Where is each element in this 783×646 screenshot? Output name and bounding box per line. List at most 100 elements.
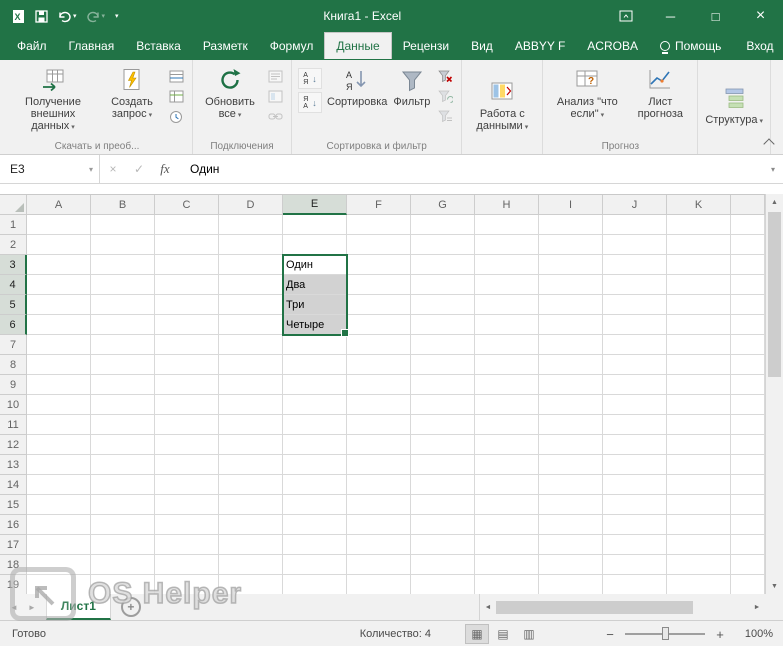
row-header-12[interactable]: 12 — [0, 435, 27, 455]
cell-J17[interactable] — [603, 535, 667, 555]
cell-E6[interactable]: Четыре — [283, 315, 347, 335]
maximize-button[interactable]: □ — [693, 0, 738, 32]
ribbon-display-options-button[interactable] — [603, 0, 648, 32]
cell-G1[interactable] — [411, 215, 475, 235]
cell-J4[interactable] — [603, 275, 667, 295]
cell-J7[interactable] — [603, 335, 667, 355]
save-button[interactable] — [32, 3, 51, 29]
ribbon-tab-Вставка[interactable]: Вставка — [125, 32, 192, 60]
ribbon-tab-Главная[interactable]: Главная — [58, 32, 126, 60]
cell-D18[interactable] — [219, 555, 283, 575]
cell-K11[interactable] — [667, 415, 731, 435]
cell-E16[interactable] — [283, 515, 347, 535]
cell-B3[interactable] — [91, 255, 155, 275]
cell-E4[interactable]: Два — [283, 275, 347, 295]
column-header-H[interactable]: H — [475, 195, 539, 215]
cell-I17[interactable] — [539, 535, 603, 555]
prev-sheet-icon[interactable]: ◄ — [10, 603, 18, 612]
cell-C1[interactable] — [155, 215, 219, 235]
cell-K13[interactable] — [667, 455, 731, 475]
cell-J9[interactable] — [603, 375, 667, 395]
cell-E7[interactable] — [283, 335, 347, 355]
cell-D3[interactable] — [219, 255, 283, 275]
reapply-filter-icon[interactable] — [435, 88, 455, 105]
cell-F11[interactable] — [347, 415, 411, 435]
cell-A19[interactable] — [27, 575, 91, 594]
data-tools-button[interactable]: Работа с данными▾ — [466, 75, 538, 136]
cell-H13[interactable] — [475, 455, 539, 475]
cell-J2[interactable] — [603, 235, 667, 255]
normal-view-button[interactable]: ▦ — [465, 624, 489, 644]
cell-D15[interactable] — [219, 495, 283, 515]
cell-J13[interactable] — [603, 455, 667, 475]
cell-G15[interactable] — [411, 495, 475, 515]
sort-descending-button[interactable]: ЯА↓ — [298, 92, 322, 113]
cell-K4[interactable] — [667, 275, 731, 295]
cell-B12[interactable] — [91, 435, 155, 455]
cell-B11[interactable] — [91, 415, 155, 435]
row-header-7[interactable]: 7 — [0, 335, 27, 355]
new-query-button[interactable]: Создать запрос▾ — [100, 63, 164, 124]
cell-I14[interactable] — [539, 475, 603, 495]
cell-F1[interactable] — [347, 215, 411, 235]
formula-bar-expand-icon[interactable]: ▾ — [771, 165, 783, 174]
cell-B5[interactable] — [91, 295, 155, 315]
cell-A8[interactable] — [27, 355, 91, 375]
cell-D7[interactable] — [219, 335, 283, 355]
select-all-corner[interactable] — [0, 195, 27, 215]
zoom-slider-thumb[interactable] — [662, 627, 669, 640]
horizontal-scrollbar[interactable]: ◄ ► — [479, 594, 765, 620]
cell-D17[interactable] — [219, 535, 283, 555]
recent-sources-icon[interactable] — [166, 108, 186, 125]
cell-C17[interactable] — [155, 535, 219, 555]
cell-F2[interactable] — [347, 235, 411, 255]
cell-A18[interactable] — [27, 555, 91, 575]
ribbon-tab-Разметк[interactable]: Разметк — [192, 32, 259, 60]
page-break-view-button[interactable]: ▥ — [517, 624, 541, 644]
cell-A15[interactable] — [27, 495, 91, 515]
clear-filter-icon[interactable] — [435, 68, 455, 85]
cell-G8[interactable] — [411, 355, 475, 375]
page-layout-view-button[interactable]: ▤ — [491, 624, 515, 644]
cell-K12[interactable] — [667, 435, 731, 455]
cell-C8[interactable] — [155, 355, 219, 375]
cell-K15[interactable] — [667, 495, 731, 515]
cell-J5[interactable] — [603, 295, 667, 315]
cell-K9[interactable] — [667, 375, 731, 395]
undo-button[interactable]: ▾ — [54, 3, 80, 29]
cell-H6[interactable] — [475, 315, 539, 335]
forecast-sheet-button[interactable]: Лист прогноза — [627, 63, 693, 122]
redo-dropdown-icon[interactable]: ▾ — [102, 12, 106, 20]
next-sheet-icon[interactable]: ► — [28, 603, 36, 612]
cell-K7[interactable] — [667, 335, 731, 355]
get-external-data-button[interactable]: Получение внешних данных▾ — [6, 63, 100, 136]
column-header-A[interactable]: A — [27, 195, 91, 215]
row-header-2[interactable]: 2 — [0, 235, 27, 255]
cell-J11[interactable] — [603, 415, 667, 435]
cell-C4[interactable] — [155, 275, 219, 295]
cell-A14[interactable] — [27, 475, 91, 495]
cell-D4[interactable] — [219, 275, 283, 295]
cell-K6[interactable] — [667, 315, 731, 335]
cell-E17[interactable] — [283, 535, 347, 555]
cell-F6[interactable] — [347, 315, 411, 335]
cell-G6[interactable] — [411, 315, 475, 335]
ribbon-tab-Помощь[interactable]: Помощь — [649, 32, 732, 60]
redo-button[interactable]: ▾ — [83, 3, 109, 29]
cell-E10[interactable] — [283, 395, 347, 415]
cell-I12[interactable] — [539, 435, 603, 455]
column-header-F[interactable]: F — [347, 195, 411, 215]
cell-F16[interactable] — [347, 515, 411, 535]
cell-H18[interactable] — [475, 555, 539, 575]
ribbon-tab-Файл[interactable]: Файл — [6, 32, 58, 60]
cell-A17[interactable] — [27, 535, 91, 555]
column-header-J[interactable]: J — [603, 195, 667, 215]
cell-A6[interactable] — [27, 315, 91, 335]
cancel-icon[interactable]: × — [100, 162, 126, 176]
cell-G9[interactable] — [411, 375, 475, 395]
enter-icon[interactable]: ✓ — [126, 162, 152, 176]
cell-A12[interactable] — [27, 435, 91, 455]
cell-B16[interactable] — [91, 515, 155, 535]
cell-K1[interactable] — [667, 215, 731, 235]
column-header-K[interactable]: K — [667, 195, 731, 215]
